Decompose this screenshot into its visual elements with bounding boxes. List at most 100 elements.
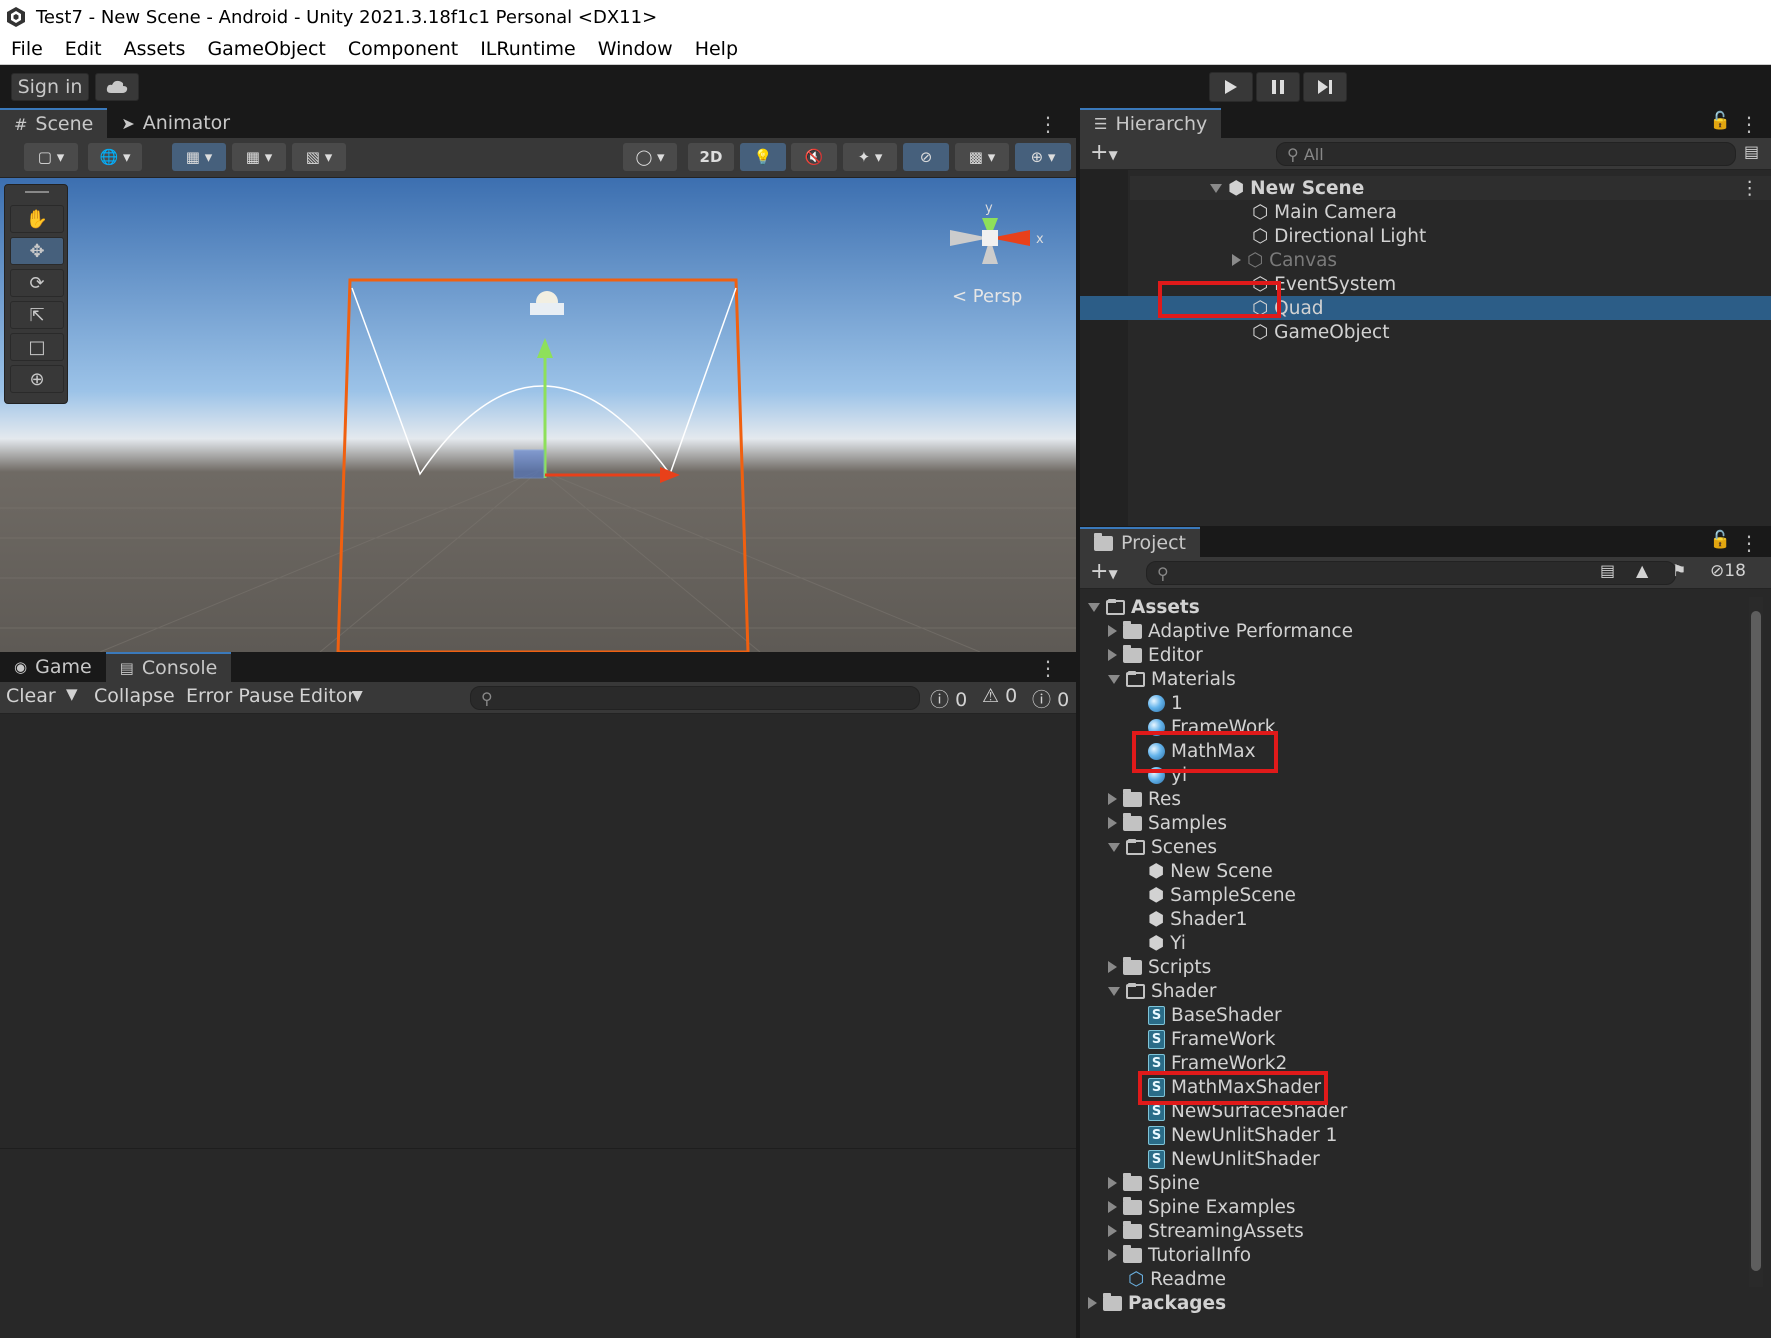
expand-icon[interactable] [1088,1297,1097,1309]
folder-materials[interactable]: Materials [1108,667,1236,691]
material-1[interactable]: 1 [1148,691,1183,715]
shader-framework[interactable]: S FrameWork [1148,1027,1276,1051]
play-button[interactable] [1209,72,1253,102]
effects-button[interactable]: ✦ ▾ [843,143,897,171]
menu-window[interactable]: Window [587,38,684,60]
pause-button[interactable] [1256,72,1300,102]
hidden-objects-button[interactable]: ⊘ [903,143,949,171]
folder-editor[interactable]: Editor [1108,643,1203,667]
expand-icon[interactable] [1210,183,1222,193]
folder-scenes[interactable]: Scenes [1108,835,1217,859]
move-tool-button[interactable]: ✥ [10,237,64,265]
hidden-packages-button[interactable]: ⊘18 [1710,561,1746,581]
hierarchy-item-directional-light[interactable]: ⬡ Directional Light [1252,224,1426,248]
shader-baseshader[interactable]: S BaseShader [1148,1003,1282,1027]
scene-more-icon[interactable]: ⋮ [1038,112,1058,136]
expand-icon[interactable] [1108,1249,1117,1261]
lighting-button[interactable]: 💡 [740,143,786,171]
increment-snap-button[interactable]: ▧ ▾ [292,143,346,171]
tab-console[interactable]: ▤ Console [105,652,232,682]
menu-gameobject[interactable]: GameObject [196,38,336,60]
expand-icon[interactable] [1108,793,1117,805]
step-button[interactable] [1303,72,1347,102]
folder-res[interactable]: Res [1108,787,1181,811]
scene-more-icon[interactable]: ⋮ [1741,178,1760,199]
scale-tool-button[interactable]: ⇱ [10,301,64,329]
expand-icon[interactable] [1108,1201,1117,1213]
gizmos-button[interactable]: ⊕ ▾ [1015,143,1071,171]
scrollbar-thumb[interactable] [1751,611,1761,1271]
hierarchy-more-icon[interactable]: ⋮ [1739,112,1759,136]
scene-samplescene[interactable]: ⬢ SampleScene [1148,883,1296,907]
folder-scripts[interactable]: Scripts [1108,955,1211,979]
log-count[interactable]: ⓘ 0 [930,685,967,712]
lock-icon[interactable]: 🔓 [1710,111,1731,131]
folder-shader[interactable]: Shader [1108,979,1217,1003]
expand-icon[interactable] [1088,602,1100,612]
scene-new-scene[interactable]: ⬢ New Scene [1148,859,1273,883]
project-search-input[interactable]: ⚲ [1146,561,1676,585]
folder-tutorialinfo[interactable]: TutorialInfo [1108,1243,1251,1267]
folder-samples[interactable]: Samples [1108,811,1227,835]
clear-button[interactable]: Clear [6,685,56,707]
filter-type-icon[interactable]: ▲ [1636,561,1648,580]
error-count[interactable]: ⓘ 0 [1032,685,1069,712]
expand-icon[interactable] [1232,254,1241,266]
menu-assets[interactable]: Assets [113,38,197,60]
expand-icon[interactable] [1108,961,1117,973]
hierarchy-item-canvas[interactable]: ⬡ Canvas [1232,248,1337,272]
folder-streamingassets[interactable]: StreamingAssets [1108,1219,1304,1243]
scene-root[interactable]: ⬢ New Scene ⋮ [1130,176,1771,200]
hierarchy-item-gameobject[interactable]: ⬡ GameObject [1252,320,1389,344]
asset-readme[interactable]: ⬡ Readme [1128,1267,1226,1291]
error-pause-button[interactable]: Error Pause [186,685,294,707]
cloud-button[interactable] [95,73,139,101]
render-mode-button[interactable]: ◯ ▾ [623,143,677,171]
expand-icon[interactable] [1108,649,1117,661]
menu-edit[interactable]: Edit [54,38,113,60]
console-more-icon[interactable]: ⋮ [1038,656,1058,680]
shader-newunlitshader[interactable]: S NewUnlitShader [1148,1147,1320,1171]
clear-options-dropdown[interactable]: ▼ [66,685,78,703]
create-asset-button[interactable]: +▼ [1090,559,1118,584]
grid-snap-button[interactable]: ▦ ▾ [172,143,226,171]
palette-handle[interactable] [25,191,49,193]
audio-button[interactable]: 🔇 [791,143,837,171]
search-mode-icon[interactable]: ▤ [1600,561,1615,580]
expand-icon[interactable] [1108,625,1117,637]
project-scrollbar[interactable] [1749,597,1763,1287]
create-button[interactable]: +▼ [1090,140,1118,165]
tab-game[interactable]: ◉ Game [0,652,106,682]
console-search-input[interactable]: ⚲ [470,686,920,710]
expand-icon[interactable] [1108,1177,1117,1189]
transform-tool-button[interactable]: ⊕ [10,365,64,393]
label-icon[interactable]: ⚑ [1672,561,1686,580]
menu-file[interactable]: File [0,38,54,60]
scene-viewport[interactable]: y x < Persp ✋ ✥ ⟳ ⇱ □ ⊕ [0,178,1076,652]
camera-button[interactable]: ▩ ▾ [955,143,1009,171]
shader-newunlitshader-1[interactable]: S NewUnlitShader 1 [1148,1123,1337,1147]
folder-assets[interactable]: Assets [1088,595,1200,619]
menu-ilruntime[interactable]: ILRuntime [469,38,587,60]
folder-adaptive-performance[interactable]: Adaptive Performance [1108,619,1353,643]
expand-icon[interactable] [1108,674,1120,684]
folder-packages[interactable]: Packages [1088,1291,1226,1315]
editor-dropdown[interactable]: Editor [299,685,355,707]
2d-button[interactable]: 2D [688,143,734,171]
expand-icon[interactable] [1108,842,1120,852]
folder-spine-examples[interactable]: Spine Examples [1108,1195,1296,1219]
expand-icon[interactable] [1108,817,1117,829]
expand-icon[interactable] [1108,1225,1117,1237]
scene-shader1[interactable]: ⬢ Shader1 [1148,907,1247,931]
warning-count[interactable]: ⚠ 0 [982,685,1017,707]
menu-help[interactable]: Help [684,38,749,60]
tab-hierarchy[interactable]: ☰ Hierarchy [1080,108,1222,138]
folder-spine[interactable]: Spine [1108,1171,1200,1195]
grid-button[interactable]: ▦ ▾ [232,143,286,171]
scene-yi[interactable]: ⬢ Yi [1148,931,1186,955]
hand-tool-button[interactable]: ✋ [10,205,64,233]
menu-component[interactable]: Component [337,38,469,60]
sign-in-button[interactable]: Sign in [11,73,89,101]
rect-tool-button[interactable]: □ [10,333,64,361]
hierarchy-item-main-camera[interactable]: ⬡ Main Camera [1252,200,1397,224]
